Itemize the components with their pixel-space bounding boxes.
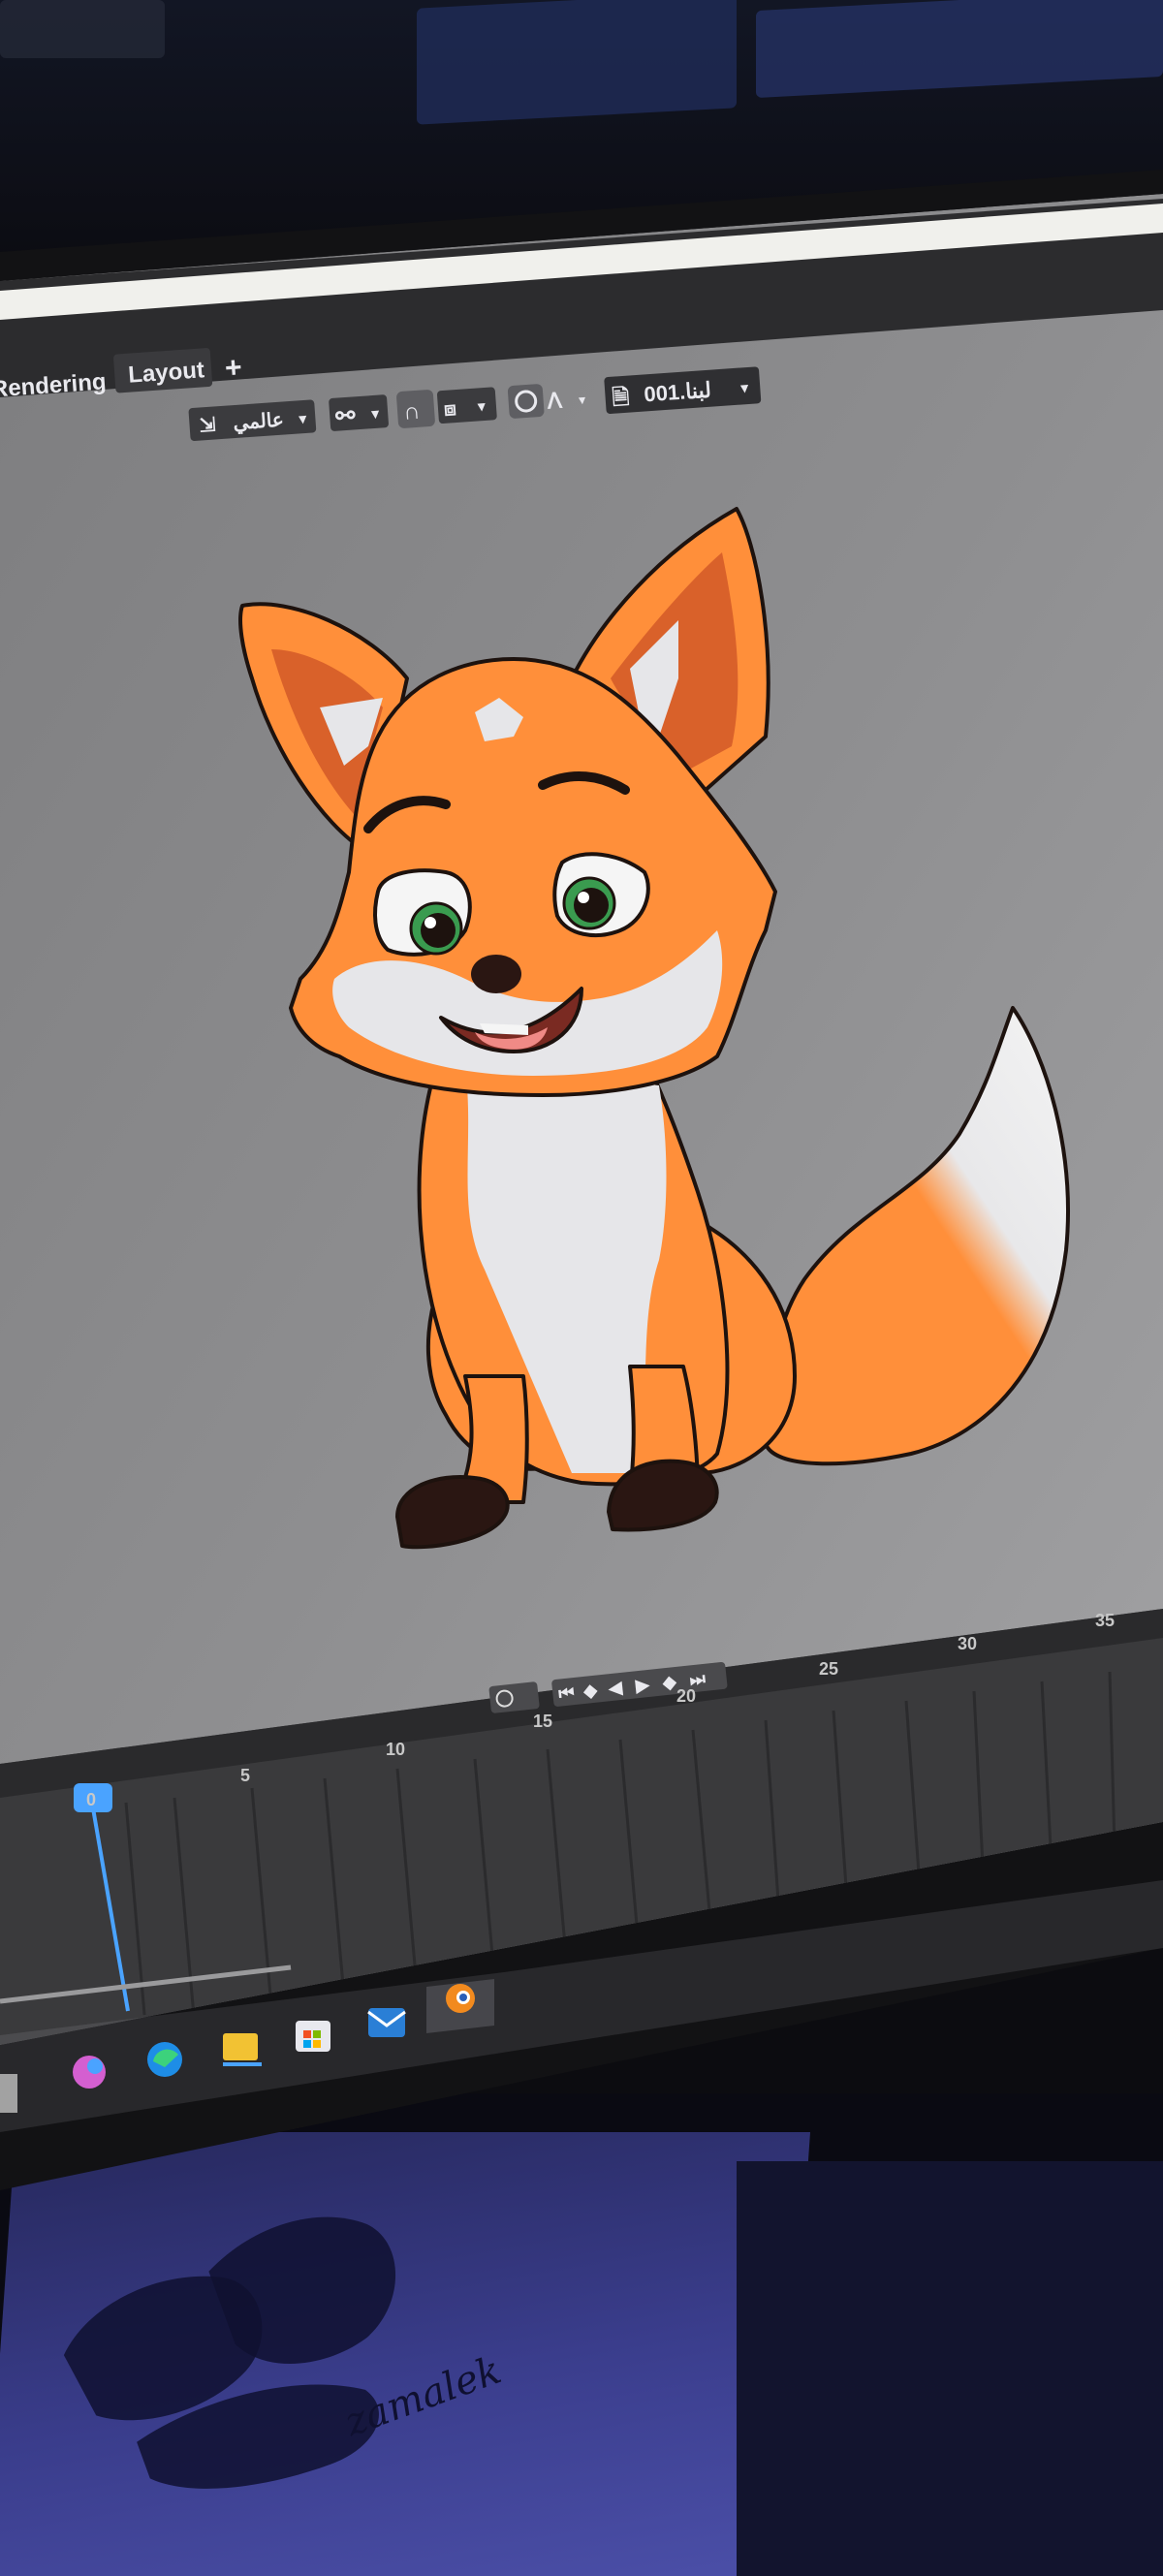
- svg-text:20: 20: [676, 1686, 696, 1706]
- svg-text:35: 35: [1095, 1611, 1115, 1630]
- document-icon: 🗎: [612, 385, 630, 410]
- chevron-down-icon: ▼: [296, 411, 310, 427]
- link-icon: ⚯: [333, 402, 357, 429]
- proportional-edit-toggle[interactable]: [507, 384, 545, 419]
- jump-start-icon[interactable]: ⏮: [557, 1682, 575, 1704]
- mail-icon[interactable]: [368, 2008, 405, 2037]
- svg-text:10: 10: [386, 1740, 405, 1759]
- svg-text:5: 5: [240, 1766, 250, 1785]
- fox-nose: [471, 955, 521, 993]
- svg-text:15: 15: [533, 1712, 552, 1731]
- add-workspace-button[interactable]: +: [224, 352, 243, 385]
- taskbar-edge-icon: [0, 2074, 17, 2113]
- svg-text:25: 25: [819, 1659, 838, 1679]
- snap-increment-icon: ⧈: [443, 398, 456, 421]
- falloff-icon[interactable]: ᐱ: [546, 388, 564, 413]
- tshirt-print-text: zamalek: [338, 2348, 507, 2446]
- svg-text:30: 30: [958, 1634, 977, 1653]
- chevron-down-icon: ▼: [474, 398, 488, 415]
- file-explorer-icon[interactable]: [223, 2033, 258, 2060]
- chevron-down-icon: ▼: [368, 405, 383, 422]
- current-frame: 0: [86, 1790, 96, 1809]
- object-name: لبنا.001: [644, 378, 712, 407]
- copilot-icon[interactable]: [73, 2056, 106, 2089]
- chevron-down-icon: ▼: [738, 380, 752, 396]
- chevron-down-icon: ▼: [576, 393, 588, 408]
- tshirt-print: zamalek: [63, 2216, 507, 2489]
- transform-orientation-icon: ⇲: [199, 414, 216, 436]
- tab-layout[interactable]: Layout: [127, 357, 204, 388]
- magnet-icon: ∩: [402, 398, 421, 425]
